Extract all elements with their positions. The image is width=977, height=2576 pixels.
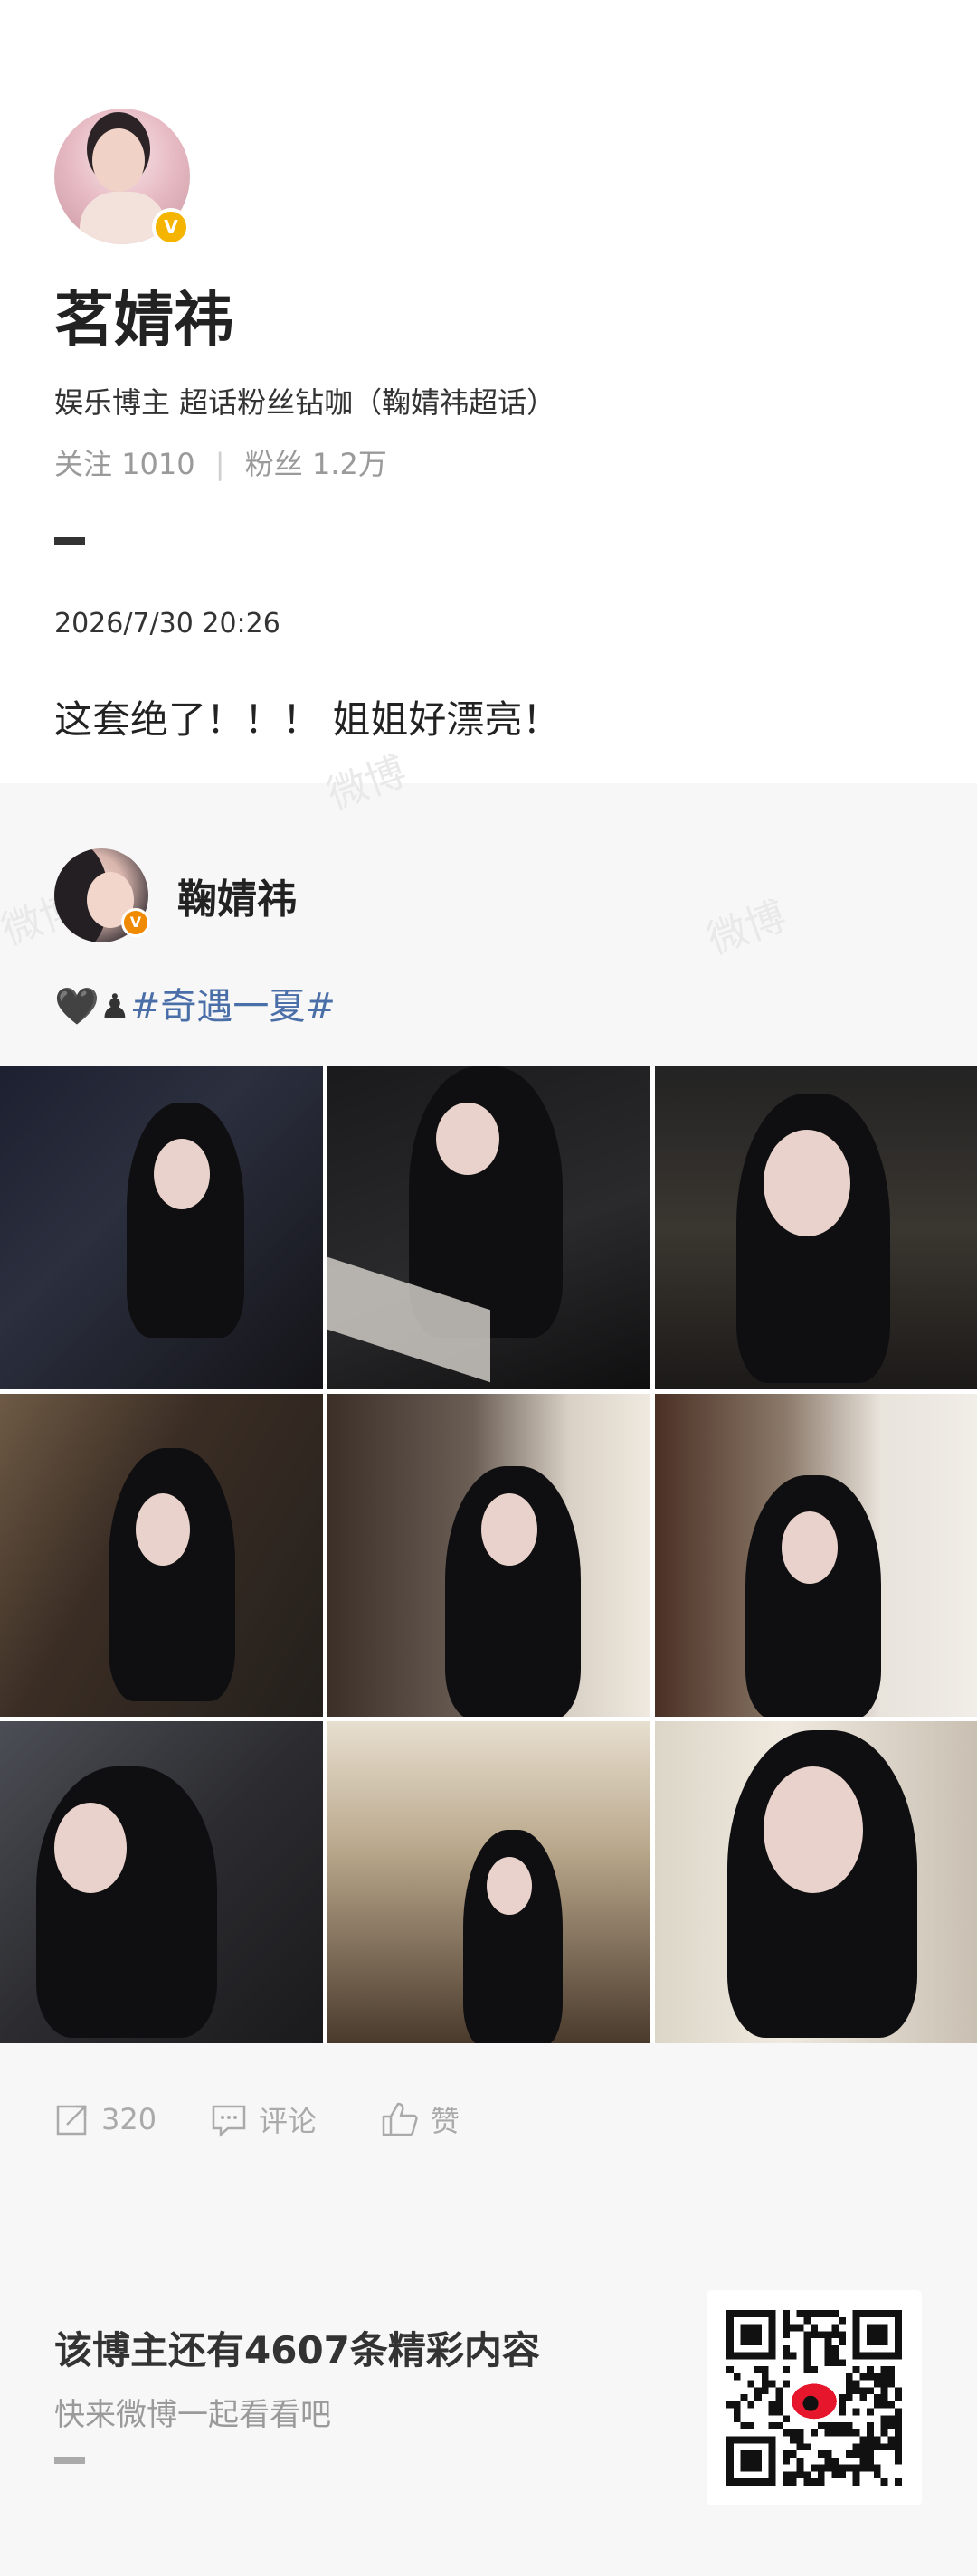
- photo-thumbnail[interactable]: [0, 1066, 323, 1389]
- photo-subject: [36, 1766, 217, 2038]
- profile-section: V 茗婧祎 娱乐博主 超话粉丝钻咖（鞠婧祎超话） 关注 1010 | 粉丝 1.…: [0, 0, 977, 783]
- profile-description: 娱乐博主 超话粉丝钻咖（鞠婧祎超话）: [54, 385, 556, 420]
- photo-subject-face: [436, 1103, 499, 1175]
- photo-subject: [109, 1448, 235, 1701]
- follow-stats: 关注 1010 | 粉丝 1.2万: [54, 441, 387, 483]
- section-divider: [54, 537, 85, 545]
- following-count[interactable]: 1010: [121, 447, 194, 481]
- following-label[interactable]: 关注: [54, 447, 112, 481]
- qr-code: [726, 2310, 902, 2486]
- thumbs-up-icon: [382, 2102, 418, 2136]
- photo-subject: [127, 1103, 244, 1338]
- like-button[interactable]: 赞: [380, 2097, 460, 2142]
- photo-subject-face: [764, 1766, 863, 1893]
- pawn-icon: ♟: [99, 987, 130, 1027]
- comment-label: 评论: [259, 2104, 318, 2138]
- photo-subject-face: [487, 1857, 532, 1915]
- like-label: 赞: [431, 2104, 460, 2138]
- comment-button[interactable]: 评论: [210, 2097, 317, 2142]
- photo-thumbnail[interactable]: [655, 1721, 977, 2043]
- hashtag-link[interactable]: #奇遇一夏#: [130, 986, 336, 1028]
- footer-subtitle: 快来微博一起看看吧: [54, 2397, 331, 2433]
- repost-author-name[interactable]: 鞠婧祎: [177, 867, 297, 924]
- photo-thumbnail[interactable]: [327, 1066, 650, 1389]
- photo-thumbnail[interactable]: [0, 1721, 323, 2043]
- qr-code-card[interactable]: [707, 2290, 922, 2505]
- photo-subject-face: [154, 1139, 210, 1209]
- profile-name[interactable]: 茗婧祎: [54, 271, 233, 358]
- footer-divider: [54, 2457, 85, 2464]
- photo-subject-face: [782, 1511, 838, 1584]
- photo-thumbnail[interactable]: [327, 1721, 650, 2043]
- share-icon: [56, 2105, 87, 2136]
- photo-thumbnail[interactable]: [655, 1394, 977, 1717]
- followers-label[interactable]: 粉丝: [245, 447, 303, 481]
- repost-count: 320: [101, 2102, 157, 2136]
- photo-subject-face: [54, 1803, 127, 1893]
- photo-subject-face: [136, 1493, 190, 1566]
- post-text: 这套绝了！！！ 姐姐好漂亮！: [54, 697, 561, 742]
- avatar-face: [92, 128, 145, 192]
- repost-button[interactable]: 320: [54, 2097, 157, 2142]
- verified-badge-icon: V: [121, 908, 150, 937]
- followers-count[interactable]: 1.2万: [312, 447, 387, 481]
- verified-badge-icon: V: [152, 208, 190, 246]
- photo-subject-face: [764, 1130, 850, 1236]
- repost-text: 🖤♟#奇遇一夏#: [54, 977, 336, 1029]
- post-date: 2026/7/30 20:26: [54, 608, 280, 639]
- black-heart-icon: 🖤: [54, 986, 100, 1028]
- footer-title: 该博主还有4607条精彩内容: [54, 2328, 540, 2372]
- action-bar: 320 评论 赞: [0, 2071, 977, 2171]
- photo-subject-face: [481, 1493, 537, 1566]
- photo-thumbnail[interactable]: [655, 1066, 977, 1389]
- divider: |: [214, 447, 225, 481]
- comment-icon: [212, 2105, 246, 2137]
- photo-grid: [0, 1066, 977, 2043]
- photo-thumbnail[interactable]: [0, 1394, 323, 1717]
- photo-thumbnail[interactable]: [327, 1394, 650, 1717]
